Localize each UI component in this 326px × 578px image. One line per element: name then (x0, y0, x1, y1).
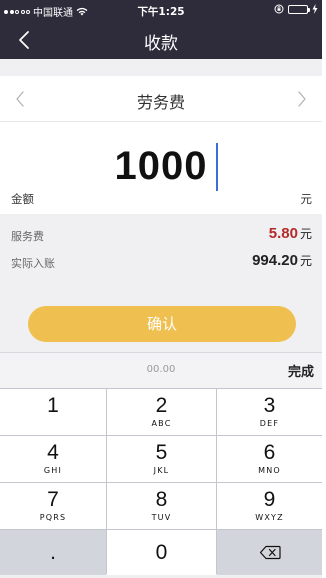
key-digit: 6 (263, 441, 276, 464)
key-backspace[interactable] (217, 530, 322, 575)
key-digit: 9 (263, 488, 276, 511)
service-fee-label: 服务费 (11, 230, 44, 243)
actual-amount-value: 994.20 (252, 252, 298, 269)
page-title: 收款 (144, 34, 178, 54)
key-decimal[interactable]: . (0, 530, 106, 575)
service-fee-amount: 5.80 元 (269, 225, 312, 242)
keyboard-toolbar: 00.00 完成 (0, 352, 322, 388)
key-2[interactable]: 2 ABC (107, 389, 216, 435)
key-digit: . (50, 540, 56, 564)
key-letters: JKL (153, 466, 170, 475)
actual-amount: 994.20 元 (252, 252, 312, 269)
key-digit: 5 (155, 441, 168, 464)
key-letters: ABC (151, 419, 172, 428)
key-letters: DEF (259, 419, 280, 428)
category-selector: 劳务费 (0, 76, 322, 122)
key-digit: 8 (155, 488, 168, 511)
status-right (274, 4, 318, 14)
service-fee-row: 服务费 5.80 元 (0, 224, 322, 248)
text-cursor (216, 143, 218, 191)
nav-header: 中国联通 下午1:25 收款 (0, 0, 322, 59)
charging-icon (312, 4, 318, 14)
key-7[interactable]: 7 PQRS (0, 483, 106, 529)
key-letters: MNO (258, 466, 281, 475)
status-bar: 中国联通 下午1:25 (0, 0, 322, 20)
amount-unit: 元 (300, 192, 313, 206)
keyboard-preview: 00.00 (146, 364, 176, 375)
orientation-lock-icon (274, 4, 284, 14)
key-letters: GHI (43, 466, 63, 475)
battery-icon (288, 4, 310, 14)
category-label: 劳务费 (136, 93, 185, 112)
key-letters: PQRS (39, 513, 67, 522)
service-fee-value: 5.80 (268, 225, 298, 242)
key-0[interactable]: 0 (107, 530, 216, 575)
amount-input[interactable]: 1000 金额 元 (0, 122, 322, 214)
amount-value: 1000 (114, 144, 208, 188)
actual-amount-label: 实际入账 (11, 257, 55, 270)
key-8[interactable]: 8 TUV (107, 483, 216, 529)
confirm-button[interactable]: 确认 (28, 306, 296, 342)
key-letters: TUV (151, 513, 172, 522)
key-digit: 2 (155, 394, 168, 417)
service-fee-unit: 元 (299, 227, 312, 241)
key-1[interactable]: 1 (0, 389, 106, 435)
key-digit: 3 (263, 394, 276, 417)
amount-label: 金额 (11, 192, 34, 206)
category-next-button[interactable] (290, 86, 314, 112)
key-6[interactable]: 6 MNO (217, 436, 322, 482)
key-4[interactable]: 4 GHI (0, 436, 106, 482)
app-screen: 中国联通 下午1:25 收款 劳务费 1000 金额 元 服务费 5.80 元 … (0, 0, 322, 578)
backspace-icon (259, 545, 281, 560)
key-9[interactable]: 9 WXYZ (217, 483, 322, 529)
fee-summary: 服务费 5.80 元 实际入账 994.20 元 (0, 214, 322, 294)
done-button[interactable]: 完成 (288, 361, 314, 380)
actual-amount-row: 实际入账 994.20 元 (0, 251, 322, 275)
key-digit: 7 (47, 488, 59, 511)
actual-amount-unit: 元 (299, 254, 312, 268)
key-3[interactable]: 3 DEF (217, 389, 322, 435)
key-5[interactable]: 5 JKL (107, 436, 216, 482)
chevron-right-icon (298, 91, 306, 107)
key-letters: WXYZ (255, 513, 284, 522)
numeric-keypad: 1 2 ABC 3 DEF 4 GHI 5 JKL 6 MNO 7 PQRS 8 TUV 9 W… (0, 388, 322, 575)
key-digit: 1 (47, 394, 59, 417)
key-digit: 0 (155, 540, 168, 564)
key-digit: 4 (47, 441, 59, 464)
